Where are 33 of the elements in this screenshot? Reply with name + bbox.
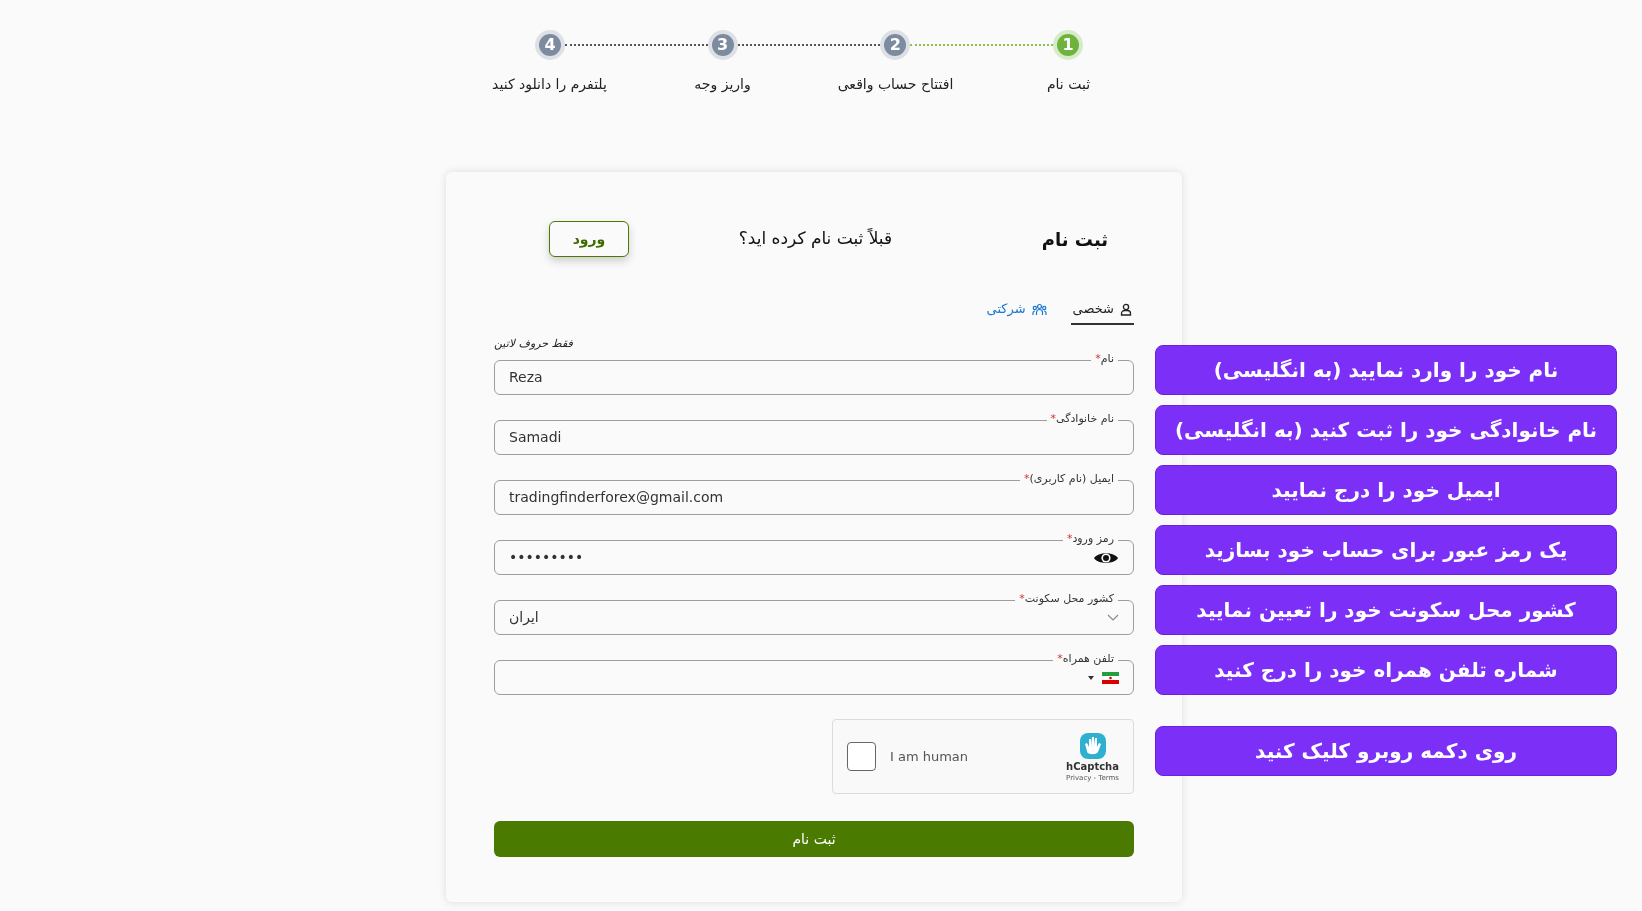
callout-banner: نام خانوادگی خود را ثبت کنید (به انگلیسی) [1155, 405, 1617, 455]
field-label: رمز ورود* [1062, 531, 1118, 547]
field-label: نام* [1091, 351, 1118, 367]
callout-banner: کشور محل سکونت خود را تعیین نمایید [1155, 585, 1617, 635]
group-icon [1031, 302, 1047, 316]
callout-banner: یک رمز عبور برای حساب خود بسازید [1155, 525, 1617, 575]
hand-logo-icon [1077, 730, 1108, 761]
field-label: نام خانوادگی* [1046, 411, 1118, 427]
login-prompt: قبلاً ثبت نام کرده اید؟ [738, 227, 893, 251]
callout-banner: شماره تلفن همراه خود را درج کنید [1155, 645, 1617, 695]
field-label: کشور محل سکونت* [1015, 591, 1118, 607]
captcha-brand: hCaptcha [1066, 760, 1119, 773]
form-title: ثبت نام [1041, 227, 1108, 252]
tab[interactable]: شرکتی [984, 295, 1049, 325]
callout-banner: نام خود را وارد نمایید (به انگلیسی) [1155, 345, 1617, 395]
hint-text: فقط حروف لاتین [494, 337, 573, 351]
chevron-down-icon [1107, 614, 1119, 621]
step-label: ثبت نام [1046, 75, 1091, 94]
callout-banner: ایمیل خود را درج نمایید [1155, 465, 1617, 515]
caret-icon[interactable] [1088, 675, 1094, 680]
captcha-checkbox[interactable] [847, 742, 876, 771]
person-icon [1120, 302, 1132, 316]
step-label: واریز وجه [694, 75, 751, 95]
field-label: تلفن همراه* [1053, 651, 1118, 667]
submit-button[interactable]: ثبت نام [494, 821, 1134, 857]
login-button[interactable]: ورود [549, 221, 629, 257]
field-label: ایمیل (نام کاربری)* [1019, 471, 1118, 487]
flag-icon[interactable] [1102, 671, 1119, 684]
captcha-label: I am human [890, 747, 970, 766]
callout-banner: روی دکمه روبرو کلیک کنید [1155, 726, 1617, 776]
step-label: پلتفرم را دانلود کنید [492, 75, 607, 95]
tab[interactable]: شخصی [1070, 295, 1134, 325]
step-label: افتتاح حساب واقعی [837, 75, 954, 95]
